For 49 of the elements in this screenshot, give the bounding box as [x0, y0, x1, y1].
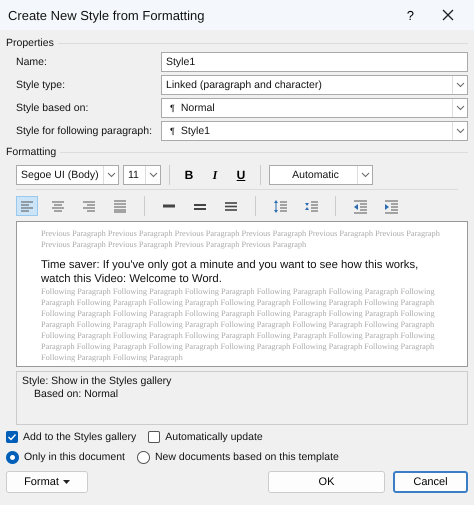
radio-option[interactable]: Only in this document: [6, 450, 125, 464]
justify-icon: [112, 198, 128, 214]
indent-increase-icon: [384, 198, 398, 214]
sample-text: Time saver: If you've only got a minute and you want to see how this works, watch this Video: Welcome to Word.: [41, 258, 420, 286]
color-dropdown[interactable]: Automatic: [269, 165, 373, 185]
font-dropdown[interactable]: Segoe UI (Body): [16, 165, 119, 185]
indent-decrease-icon: [352, 198, 368, 214]
field-label: Name:: [16, 56, 48, 68]
checkbox-option[interactable]: Add to the Styles gallery: [6, 431, 136, 443]
field-label: Style type:: [16, 79, 66, 91]
close-icon[interactable]: [442, 9, 454, 21]
dropdown[interactable]: Linked (paragraph and character): [161, 75, 468, 95]
size-dropdown[interactable]: 11: [123, 165, 161, 185]
section-heading: Properties: [6, 37, 54, 49]
checkbox-option[interactable]: Automatically update: [148, 431, 263, 443]
previous-paragraph-text: Previous Paragraph Previous Paragraph Previous Paragraph Previous Paragraph Previous Paragraph Previous Paragraph Previous Paragraph Previous Paragraph Previous Paragraph Previous Paragraph: [41, 228, 441, 250]
field-label: Style for following paragraph:: [16, 125, 153, 137]
section-heading: Formatting: [6, 146, 56, 158]
align-left-button[interactable]: [16, 196, 38, 216]
cancel-button[interactable]: Cancel: [393, 471, 468, 493]
format-button[interactable]: Format: [6, 471, 88, 493]
chevron-down-icon: [106, 172, 116, 178]
help-button[interactable]: ?: [406, 8, 414, 22]
space-more-icon: [272, 198, 288, 214]
single-spacing-icon: [162, 204, 176, 208]
window-title: Create New Style from Formatting: [8, 8, 206, 22]
description-text: Based on: Normal: [34, 388, 118, 400]
align-left-icon: [20, 198, 34, 214]
chevron-down-icon: [360, 172, 370, 178]
underline-button[interactable]: U: [230, 165, 252, 185]
description-text: Style: Show in the Styles gallery: [22, 375, 172, 387]
chevron-down-icon: [148, 172, 158, 178]
field-label: Style based on:: [16, 102, 90, 114]
radio-option[interactable]: New documents based on this template: [136, 450, 339, 464]
caret-icon: [62, 480, 70, 484]
following-paragraph-text: Following Paragraph Following Paragraph Following Paragraph Following Paragraph Following Paragraph Following Paragraph Following Paragraph Following Paragraph Following Paragraph Following Paragraph Following Paragraph Following Paragraph Following Paragraph Following Paragraph Following Paragraph Following Paragraph Following Paragraph Following Paragraph Following Paragraph Following Paragraph Following Paragraph Following Paragraph Following Paragraph Following Paragraph Following Paragraph Following Paragraph Following Paragraph Following Paragraph Following Paragraph Following Paragraph Following Paragraph Following Paragraph Following Paragraph Following Paragraph Following Paragraph: [41, 286, 436, 363]
ok-button[interactable]: OK: [268, 471, 385, 493]
name-field[interactable]: Style1: [161, 52, 468, 72]
space-less-icon: [304, 198, 318, 214]
chevron-down-icon: [456, 105, 464, 111]
dropdown[interactable]: ¶ Style1: [161, 121, 468, 141]
bold-button[interactable]: B: [178, 165, 200, 185]
chevron-down-icon: [456, 82, 464, 88]
align-right-icon: [82, 198, 96, 214]
align-center-icon: [50, 198, 66, 214]
italic-button[interactable]: I: [204, 165, 226, 185]
check-icon: [7, 432, 17, 442]
dropdown[interactable]: ¶ Normal: [161, 98, 468, 118]
chevron-down-icon: [456, 128, 464, 134]
